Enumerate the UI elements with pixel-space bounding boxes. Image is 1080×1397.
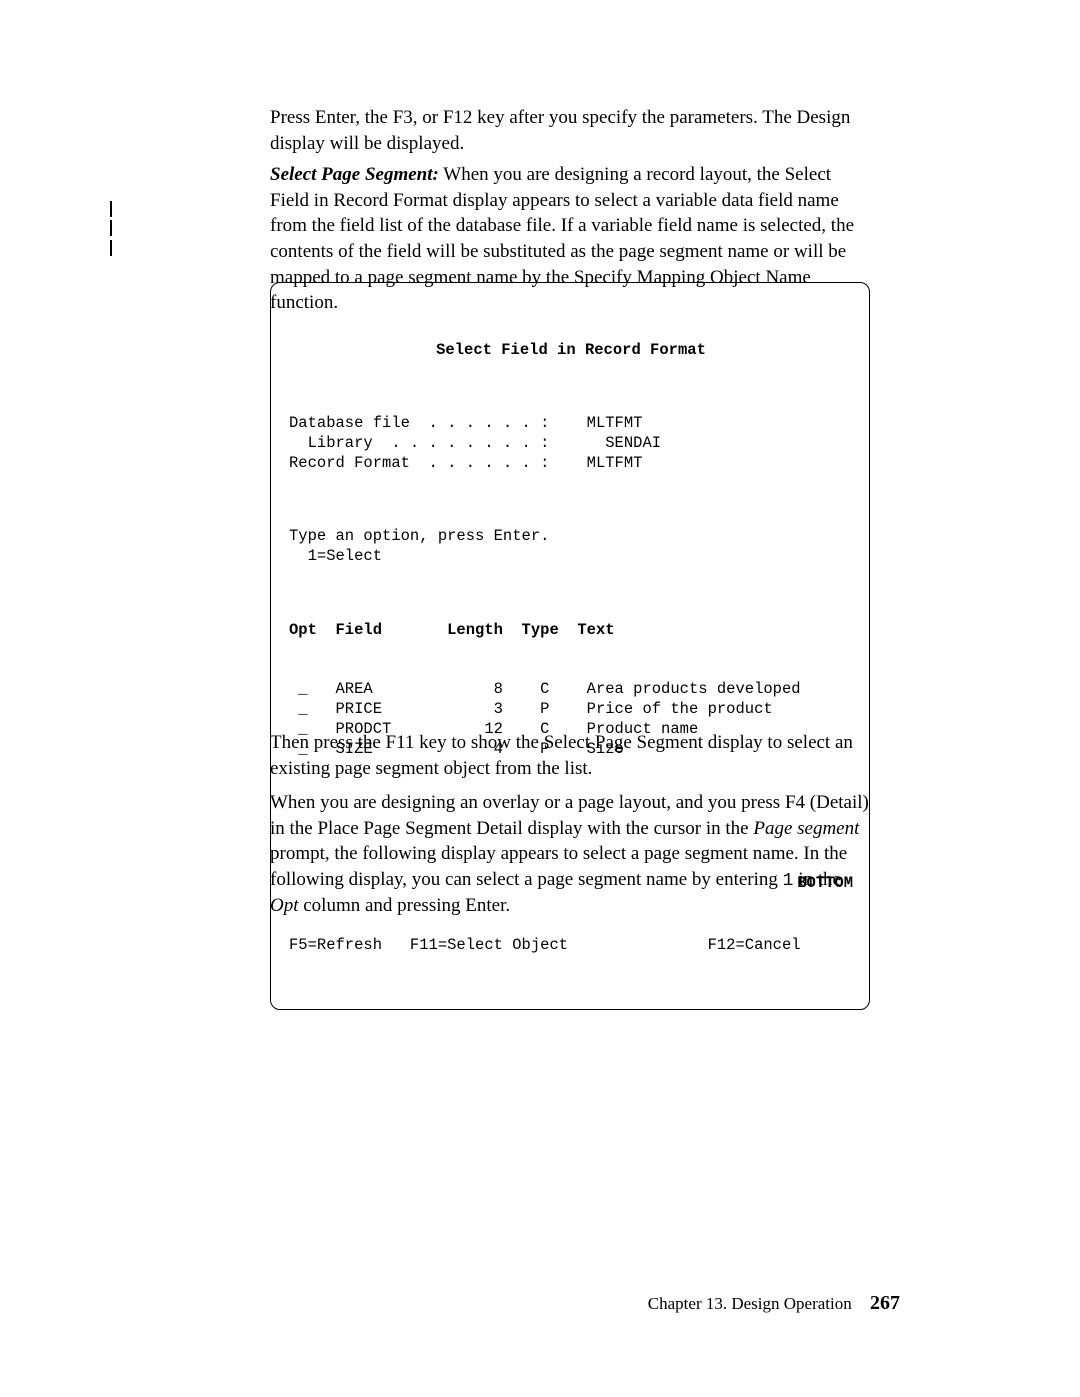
f11-paragraph: Then press the F11 key to show the Selec… [270,730,870,799]
paragraph-text: Press Enter, the F3, or F12 key after yo… [270,105,870,156]
revision-bar [110,240,112,256]
mono-term: 1 [783,871,794,891]
screen-prompt: Type an option, press Enter. 1=Select [289,527,853,567]
revision-bar [110,201,112,217]
paragraph-text: When you are designing an overlay or a p… [270,790,870,919]
screen-function-keys: F5=Refresh F11=Select Object F12=Cancel [289,936,853,956]
italic-term: Opt [270,895,299,916]
footer-chapter: Chapter 13. Design Operation [648,1294,852,1313]
screen-title: Select Field in Record Format [289,341,853,361]
screen-column-headers: Opt Field Length Type Text [289,621,853,641]
text-segment: column and pressing Enter. [299,895,511,916]
revision-bar [110,220,112,236]
italic-term: Page segment [753,818,859,839]
paragraph-text: Then press the F11 key to show the Selec… [270,730,870,781]
page: Press Enter, the F3, or F12 key after yo… [0,0,1080,1397]
f4-paragraph: When you are designing an overlay or a p… [270,790,870,937]
screen-header-lines: Database file . . . . . . : MLTFMT Libra… [289,414,853,473]
footer-page-number: 267 [870,1292,900,1314]
page-footer: Chapter 13. Design Operation 267 [648,1290,900,1317]
section-label: Select Page Segment: [270,164,439,185]
text-segment: in the [793,869,841,890]
text-segment: prompt, the following display appears to… [270,843,847,890]
